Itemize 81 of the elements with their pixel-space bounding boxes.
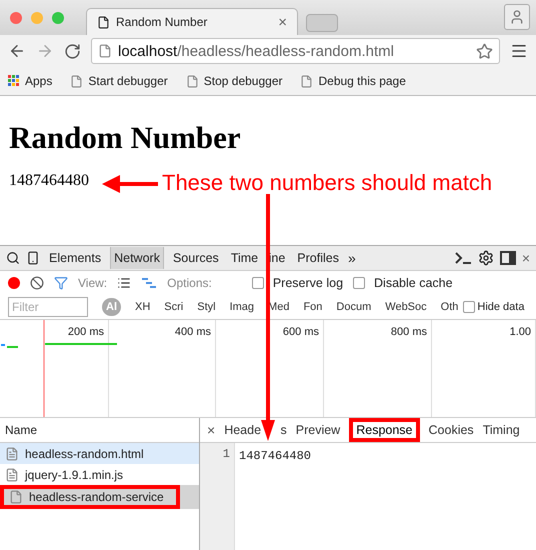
type-filter[interactable]: Scri — [164, 300, 184, 312]
devtools-tab[interactable]: Sources — [170, 247, 222, 269]
request-row[interactable]: headless-random-service — [0, 485, 199, 509]
type-filter[interactable]: XH — [135, 300, 150, 312]
filter-icon[interactable] — [54, 276, 68, 290]
bookmark[interactable]: Stop debugger — [186, 74, 282, 88]
type-filter[interactable]: Imag — [230, 300, 254, 312]
page-icon — [186, 74, 199, 88]
close-devtools-button[interactable]: × — [522, 250, 530, 266]
request-name: headless-random.html — [25, 446, 144, 460]
checkbox-label: Disable cache — [374, 276, 453, 290]
tab-close-button[interactable]: × — [278, 14, 287, 30]
url-path: /headless/headless-random.html — [177, 42, 394, 60]
page-icon — [70, 74, 84, 88]
bookmark[interactable]: Debug this page — [300, 74, 406, 88]
line-number: 1 — [222, 447, 230, 461]
checkbox-label: Hide data — [477, 300, 524, 312]
time-tick: 200 ms — [68, 326, 104, 338]
close-detail-button[interactable]: × — [207, 422, 216, 438]
type-filter[interactable]: Docum — [336, 300, 372, 312]
detail-tab[interactable]: Preview — [296, 420, 340, 440]
close-window-button[interactable] — [10, 12, 22, 24]
profile-button[interactable] — [504, 4, 530, 30]
response-text: 1487464480 — [239, 449, 312, 463]
type-filter[interactable]: Fon — [303, 300, 322, 312]
star-icon[interactable] — [476, 42, 493, 60]
devtools-tab[interactable]: Profiles — [294, 247, 342, 269]
annotation-text: These two numbers should match — [162, 170, 492, 196]
checkbox[interactable] — [252, 276, 264, 288]
settings-icon[interactable] — [478, 250, 494, 266]
options-label: Options: — [167, 276, 212, 290]
back-icon[interactable] — [8, 42, 26, 60]
type-filter[interactable]: WebSoc — [385, 300, 427, 312]
time-tick: 600 ms — [282, 326, 319, 338]
detail-tab[interactable]: Response — [349, 418, 420, 442]
view-label: View: — [78, 276, 108, 290]
document-icon — [5, 468, 19, 482]
random-number: 1487464480 — [9, 172, 89, 190]
phone-icon[interactable] — [26, 251, 40, 265]
annotation-arrow — [100, 174, 160, 194]
file-icon — [9, 490, 23, 504]
address-bar[interactable]: localhost/headless/headless-random.html — [91, 38, 500, 64]
detail-tab[interactable]: Cookies — [428, 420, 474, 440]
time-tick: 800 ms — [390, 326, 427, 338]
dock-icon[interactable] — [500, 251, 516, 265]
reload-icon[interactable] — [64, 42, 81, 60]
checkbox-label: Preserve log — [272, 276, 344, 290]
search-icon[interactable] — [6, 251, 20, 265]
checkbox[interactable] — [463, 300, 476, 312]
detail-tab[interactable]: Heade s — [224, 420, 287, 440]
devtools-tab[interactable]: Network — [110, 247, 164, 269]
person-icon — [509, 9, 525, 25]
type-filter[interactable]: Styl — [197, 300, 216, 312]
page-icon — [97, 16, 110, 28]
request-name: jquery-1.9.1.min.js — [25, 468, 124, 482]
request-row[interactable]: headless-random.html — [0, 443, 199, 464]
more-tabs-button[interactable]: » — [348, 250, 356, 266]
filter-field[interactable]: Filter — [8, 296, 88, 316]
bookmark[interactable]: Apps — [8, 74, 52, 88]
time-tick: 1.00 — [510, 326, 531, 338]
page-icon — [98, 44, 112, 58]
forward-icon[interactable] — [36, 42, 54, 60]
clear-icon[interactable] — [30, 276, 44, 290]
detail-tab[interactable]: Timing — [482, 420, 520, 440]
time-tick: 400 ms — [174, 326, 211, 338]
menu-icon[interactable] — [510, 42, 528, 60]
bookmark[interactable]: Start debugger — [70, 74, 168, 88]
console-icon[interactable] — [454, 251, 472, 265]
waterfall-view-icon[interactable] — [141, 276, 158, 288]
request-name: headless-random-service — [29, 490, 164, 504]
type-filter[interactable]: Oth — [440, 300, 458, 312]
list-view-icon[interactable] — [117, 276, 132, 290]
devtools-tab[interactable]: Elements — [46, 247, 104, 269]
page-icon — [300, 74, 314, 88]
record-button[interactable] — [8, 276, 20, 288]
apps-grid-icon — [8, 75, 20, 87]
page-heading: Random Number — [9, 120, 241, 156]
url-host: localhost — [118, 42, 178, 60]
browser-tab[interactable]: Random Number × — [86, 8, 298, 35]
checkbox[interactable] — [353, 276, 366, 288]
document-icon — [5, 446, 19, 460]
